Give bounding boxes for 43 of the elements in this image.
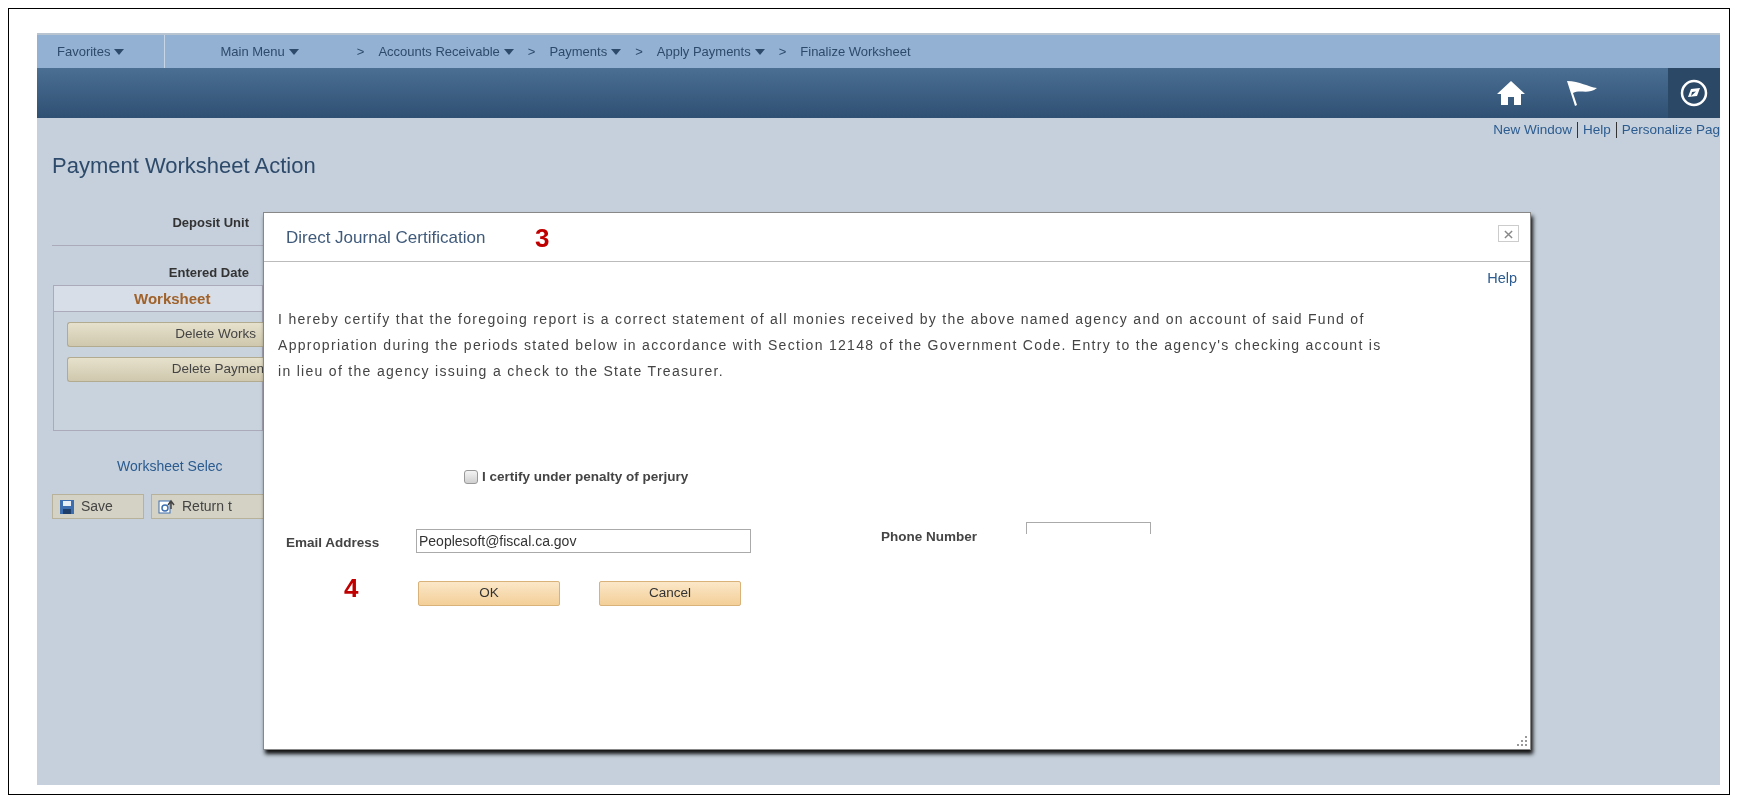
flag-icon[interactable] (1564, 79, 1598, 107)
breadcrumb-link[interactable]: Favorites (57, 41, 125, 62)
field-label: Deposit Unit (171, 214, 249, 232)
field-label: Phone Number (881, 528, 977, 546)
breadcrumb-link[interactable]: Accounts Receivable (378, 41, 514, 62)
delete-button[interactable]: Delete Works (67, 322, 264, 347)
checkbox[interactable] (464, 470, 478, 485)
breadcrumb-separator: > (356, 42, 365, 61)
magnifier-arrow-icon (158, 498, 176, 515)
breadcrumb-separator: > (778, 42, 787, 61)
header-link[interactable]: Help (1582, 119, 1611, 141)
breadcrumb-link[interactable]: Payments (549, 41, 622, 62)
delete-button[interactable]: Delete Paymen (67, 357, 264, 382)
breadcrumb-link[interactable]: Finalize Worksheet (800, 41, 911, 62)
close-button[interactable] (1498, 225, 1519, 242)
header-link[interactable]: Personalize Pag (1621, 119, 1720, 141)
header-link[interactable]: New Window (1493, 119, 1572, 141)
phone-field[interactable] (1026, 522, 1151, 534)
dialog-title: Direct Journal Certification (286, 227, 486, 249)
email-field[interactable]: Peoplesoft@fiscal.ca.gov (416, 529, 751, 553)
callout-number: 4 (344, 572, 359, 605)
resize-grip-icon[interactable] (1516, 735, 1528, 747)
help-link[interactable]: Help (1487, 268, 1517, 290)
cancel-button[interactable]: Cancel (599, 581, 741, 606)
breadcrumb-link[interactable]: Apply Payments (656, 41, 765, 62)
breadcrumb-separator: > (527, 42, 536, 61)
certification-text: I hereby certify that the foregoing report is a correct statement of all monies received by the above named agency and on account of said Fund of Appropriation during the periods stated below in accordance with Section 12148 of the Government Code. Entry to the agency's checking account is in lieu of the agency issuing a check to the State Treasurer. (278, 310, 1383, 381)
breadcrumb-link[interactable]: Main Menu (220, 41, 299, 62)
ok-button[interactable]: OK (418, 581, 560, 606)
return-button[interactable]: Return t (151, 494, 263, 519)
checkbox-label: I certify under penalty of perjury (482, 468, 689, 486)
breadcrumb-separator: > (635, 42, 643, 61)
field-label: Entered Date (167, 264, 249, 282)
worksheet-link[interactable]: Worksheet Selec (117, 456, 223, 477)
close-icon (1504, 229, 1513, 239)
page-title: Payment Worksheet Action (52, 152, 316, 180)
compass-button[interactable] (1668, 68, 1720, 118)
panel-header: Worksheet (54, 286, 262, 312)
callout-number: 3 (535, 222, 550, 255)
save-button[interactable]: Save (52, 494, 144, 519)
compass-icon (1680, 79, 1708, 107)
field-label: Email Address (286, 534, 380, 552)
home-icon[interactable] (1496, 80, 1526, 106)
